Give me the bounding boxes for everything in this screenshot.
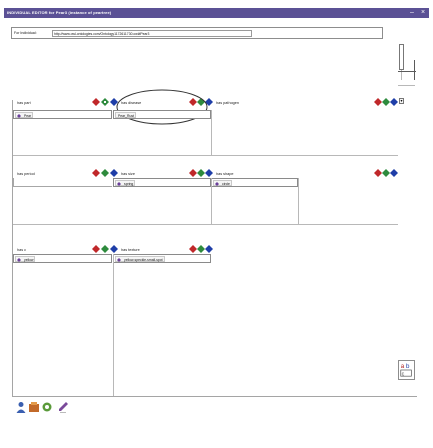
- remove-value-icon[interactable]: [390, 98, 398, 106]
- spellcheck-button[interactable]: a b c: [398, 360, 415, 380]
- add-value-icon[interactable]: [189, 169, 197, 177]
- chip-label: circle: [222, 182, 230, 186]
- divider: [398, 71, 416, 72]
- create-value-icon[interactable]: [382, 169, 390, 177]
- value-chip[interactable]: spring: [115, 180, 136, 186]
- create-value-icon[interactable]: [382, 98, 390, 106]
- individual-icon: [117, 181, 121, 186]
- has-period-values[interactable]: [13, 178, 112, 187]
- divider: [414, 60, 415, 80]
- svg-text:c: c: [402, 371, 405, 377]
- svg-text:b: b: [406, 363, 410, 370]
- has-colour-values[interactable]: yellow: [13, 254, 112, 263]
- highlight-ellipse: [116, 89, 208, 125]
- has-shape-values[interactable]: circle: [211, 178, 298, 187]
- value-chip[interactable]: circle: [213, 180, 232, 186]
- create-value-icon[interactable]: [101, 245, 109, 253]
- create-value-icon[interactable]: [197, 169, 205, 177]
- chip-label: Pear_Rust: [118, 114, 135, 118]
- has-period-label: has period: [17, 172, 35, 176]
- add-value-icon[interactable]: [92, 98, 100, 106]
- add-value-icon[interactable]: [189, 245, 197, 253]
- column-divider: [211, 178, 212, 224]
- create-value-icon[interactable]: [101, 169, 109, 177]
- divider: [398, 85, 415, 86]
- create-value-icon[interactable]: [197, 245, 205, 253]
- abc-spellcheck-icon: a b c: [400, 363, 412, 377]
- has-size-label: has size: [121, 172, 135, 176]
- create-value-icon[interactable]: [101, 98, 109, 106]
- add-value-icon[interactable]: [374, 98, 382, 106]
- has-texture-values[interactable]: yellow-speckle-small-spot: [113, 254, 211, 263]
- chip-label: yellow: [24, 258, 34, 262]
- individual-icon: [215, 181, 219, 186]
- edit-pencil-icon[interactable]: [57, 401, 69, 413]
- has-part-values[interactable]: Pear: [13, 110, 112, 119]
- svg-text:a: a: [401, 363, 405, 370]
- column-divider: [298, 178, 299, 224]
- minimize-button[interactable]: –: [410, 9, 414, 16]
- remove-value-icon[interactable]: [110, 245, 118, 253]
- chip-label: Pear: [24, 114, 32, 118]
- panel-border: [12, 396, 417, 397]
- panel-border: [12, 100, 13, 396]
- add-value-icon[interactable]: [374, 169, 382, 177]
- close-button[interactable]: ×: [421, 9, 425, 16]
- has-part-label: has part: [17, 101, 31, 105]
- remove-value-icon[interactable]: [390, 169, 398, 177]
- has-colour-label: has c: [17, 248, 27, 252]
- has-pathogen-label: has pathogen: [216, 101, 240, 105]
- person-icon[interactable]: [15, 401, 27, 413]
- remove-value-icon[interactable]: [110, 169, 118, 177]
- column-divider: [211, 110, 212, 155]
- chip-label: spring: [124, 182, 134, 186]
- chip-label: yellow-speckle-small-spot: [124, 258, 163, 262]
- value-chip[interactable]: yellow: [15, 256, 36, 262]
- has-disease-values[interactable]: Pear_Rust: [113, 110, 211, 119]
- scroll-down-button[interactable]: ▾: [399, 98, 404, 104]
- row-divider: [13, 224, 398, 225]
- add-value-icon[interactable]: [92, 245, 100, 253]
- individual-label: For Individual:: [14, 31, 37, 35]
- class-icon[interactable]: [28, 401, 40, 413]
- individual-icon: [117, 257, 121, 262]
- value-chip[interactable]: yellow-speckle-small-spot: [115, 256, 165, 262]
- individual-icon: [17, 257, 21, 262]
- value-chip[interactable]: Pear_Rust: [115, 112, 137, 118]
- window-title: INDIVIDUAL EDITOR for Pear3 (instance of…: [7, 10, 112, 15]
- has-shape-label: has shape: [216, 172, 234, 176]
- column-divider: [113, 254, 114, 396]
- value-chip[interactable]: Pear: [15, 112, 34, 118]
- individual-icon: [17, 113, 21, 118]
- remove-value-icon[interactable]: [205, 245, 213, 253]
- title-bar: INDIVIDUAL EDITOR for Pear3 (instance of…: [4, 8, 429, 18]
- has-size-values[interactable]: spring: [113, 178, 211, 187]
- add-value-icon[interactable]: [92, 169, 100, 177]
- has-texture-label: has texture: [121, 248, 140, 252]
- individual-url-field: For Individual: http://www.owl-ontologie…: [11, 27, 383, 39]
- slot-icon[interactable]: [41, 401, 53, 413]
- individual-uri-input[interactable]: http://www.owl-ontologies.com/Ontology11…: [52, 30, 252, 37]
- remove-value-icon[interactable]: [205, 169, 213, 177]
- scroll-thumb[interactable]: [399, 44, 404, 70]
- row-divider: [13, 155, 398, 156]
